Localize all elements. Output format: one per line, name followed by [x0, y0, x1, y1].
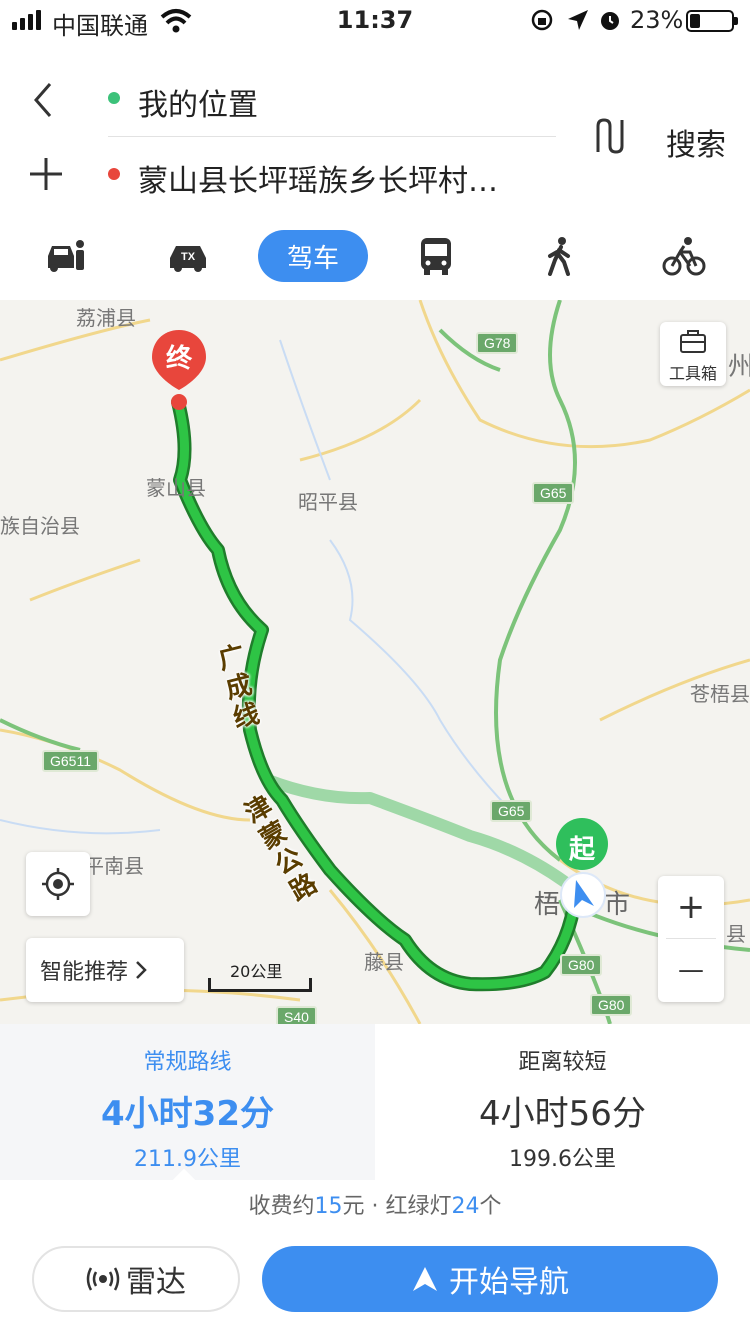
- carpool-icon: [48, 240, 84, 272]
- place-label: 藤县: [364, 950, 404, 974]
- smart-recommend-button[interactable]: 智能推荐: [26, 938, 184, 1002]
- taxi-icon: TX: [170, 246, 206, 272]
- route-name: 常规路线: [143, 1050, 232, 1075]
- road-shield: G65: [532, 482, 575, 504]
- mode-walk[interactable]: [520, 230, 600, 282]
- swap-route-icon[interactable]: [588, 116, 628, 156]
- map-view[interactable]: 荔浦县 蒙山县 昭平县 族自治县 苍梧县 平南县 藤县 梧 市 州 县 G78 …: [0, 300, 750, 1024]
- bike-icon: [662, 237, 706, 276]
- current-location-arrow-icon: [560, 872, 606, 918]
- mode-drive[interactable]: 驾车: [258, 230, 368, 282]
- road-shield: G78: [476, 332, 519, 354]
- navigation-arrow-icon: [413, 1267, 437, 1291]
- place-label: 州: [728, 352, 750, 382]
- toolbox-button[interactable]: 工具箱: [660, 322, 726, 386]
- chevron-right-icon: [136, 961, 147, 979]
- radar-icon: [86, 1267, 120, 1291]
- status-bar: 中国联通 11:37 23%: [0, 0, 750, 42]
- route-name: 距离较短: [518, 1050, 607, 1075]
- locate-icon: [42, 868, 74, 900]
- route-info: 收费约15元 · 红绿灯24个: [0, 1188, 750, 1220]
- toll-unit: 元 · 红绿灯: [342, 1194, 452, 1219]
- start-navigation-button[interactable]: 开始导航: [262, 1246, 718, 1312]
- zoom-control: + —: [658, 876, 724, 1002]
- road-shield: G6511: [42, 750, 99, 772]
- search-button[interactable]: 搜索: [666, 120, 726, 164]
- place-label: 梧: [534, 890, 561, 920]
- battery-percent: 23%: [630, 6, 684, 34]
- route-distance: 211.9公里: [134, 1147, 241, 1172]
- road-shield: G80: [590, 994, 633, 1016]
- road-shield: S40: [276, 1006, 317, 1024]
- walk-icon: [548, 237, 570, 276]
- origin-field[interactable]: 我的位置: [138, 80, 258, 124]
- place-label: 平南县: [84, 854, 144, 878]
- toolbox-label: 工具箱: [668, 364, 717, 383]
- place-label: 县: [726, 922, 746, 946]
- start-marker-label: 起: [569, 835, 596, 865]
- traffic-lights-unit: 个: [479, 1194, 502, 1219]
- add-waypoint-icon[interactable]: [28, 156, 64, 192]
- map-canvas: [0, 300, 750, 1024]
- destination-dot: [108, 168, 120, 180]
- mode-bus[interactable]: [396, 230, 476, 282]
- place-label: 荔浦县: [76, 306, 136, 330]
- bus-icon: [421, 238, 451, 275]
- route-duration: 4小时32分: [101, 1094, 274, 1134]
- route-options: 常规路线 4小时32分 211.9公里 距离较短 4小时56分 199.6公里: [0, 1024, 750, 1192]
- smart-recommend-label: 智能推荐: [40, 960, 129, 985]
- place-label: 族自治县: [0, 514, 80, 538]
- route-card[interactable]: 距离较短 4小时56分 199.6公里: [375, 1024, 750, 1180]
- svg-text:TX: TX: [181, 251, 196, 263]
- mode-carpool[interactable]: [26, 230, 106, 282]
- place-label: 蒙山县: [146, 476, 206, 500]
- origin-dot: [108, 92, 120, 104]
- rotation-lock-icon: [531, 9, 553, 31]
- route-duration: 4小时56分: [479, 1094, 646, 1134]
- back-icon[interactable]: [28, 80, 60, 120]
- scale-bar: [208, 978, 312, 992]
- location-arrow-icon: [568, 10, 588, 30]
- alarm-icon: [601, 12, 619, 30]
- mode-bike[interactable]: [644, 230, 724, 282]
- start-navigation-label: 开始导航: [449, 1265, 569, 1300]
- traffic-lights-value: 24: [451, 1194, 480, 1219]
- locate-button[interactable]: [26, 852, 90, 916]
- road-shield: G80: [560, 954, 603, 976]
- road-shield: G65: [490, 800, 533, 822]
- radar-button[interactable]: 雷达: [32, 1246, 240, 1312]
- mode-taxi[interactable]: TX: [148, 230, 228, 282]
- place-label: 苍梧县: [690, 682, 750, 706]
- radar-label: 雷达: [126, 1265, 186, 1300]
- route-divider: [108, 136, 556, 137]
- route-distance: 199.6公里: [509, 1147, 616, 1172]
- toll-value: 15: [314, 1194, 343, 1219]
- zoom-in-button[interactable]: +: [658, 876, 724, 938]
- destination-field[interactable]: 蒙山县长坪瑶族乡长坪村…: [138, 156, 498, 200]
- route-card-selected[interactable]: 常规路线 4小时32分 211.9公里: [0, 1024, 375, 1180]
- toolbox-icon: [680, 330, 706, 353]
- toll-prefix: 收费约: [248, 1194, 315, 1219]
- end-marker-label: 终: [166, 344, 193, 374]
- zoom-out-button[interactable]: —: [658, 939, 724, 1001]
- battery-icon: [686, 10, 738, 32]
- place-label: 昭平县: [298, 490, 358, 514]
